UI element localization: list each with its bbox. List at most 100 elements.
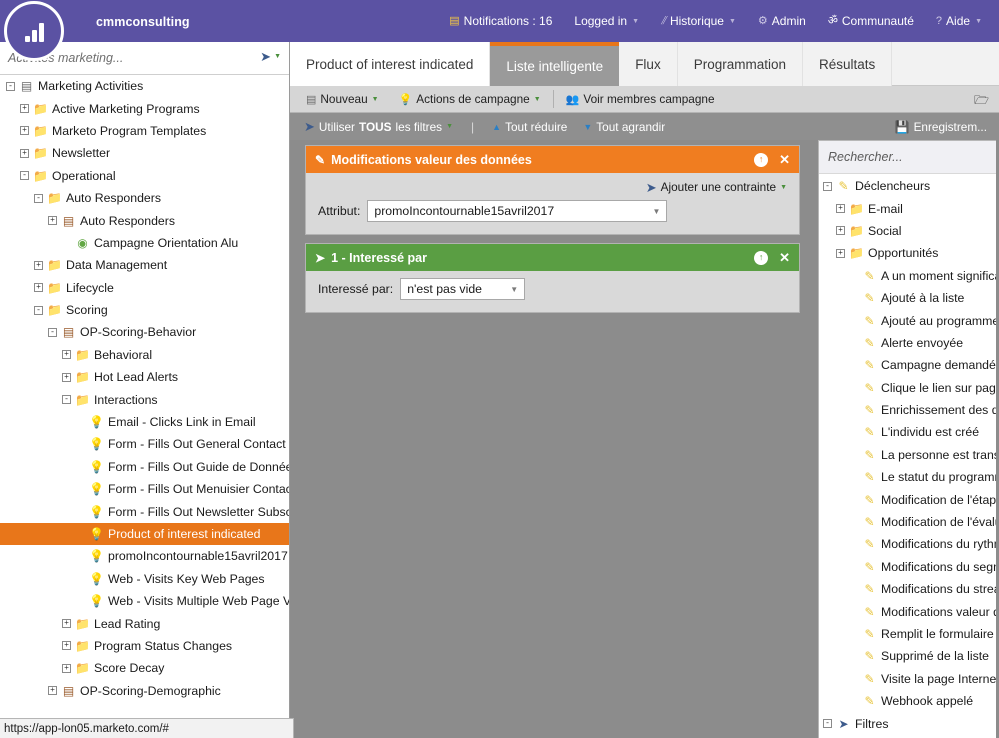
chevron-down-icon[interactable]: ▼ [632, 18, 639, 25]
chevron-down-icon[interactable]: ▼ [652, 207, 660, 216]
tree-expander[interactable]: - [20, 171, 29, 181]
tree-expander[interactable]: - [34, 305, 43, 315]
sidebar-filter-tools[interactable]: ➤ ▼ [260, 50, 281, 63]
collapse-all-button[interactable]: ▲ Tout réduire [484, 120, 575, 134]
expand-all-button[interactable]: ▼ Tout agrandir [575, 120, 673, 134]
trigger-item-ajout-la-liste[interactable]: ✎ Ajouté à la liste [819, 287, 999, 309]
chevron-down-icon[interactable]: ▼ [729, 18, 736, 25]
tree-expander[interactable]: + [62, 641, 71, 651]
tree-expander[interactable]: + [20, 148, 29, 158]
tree-item-email-clicks-link-in-email[interactable]: 💡 Email - Clicks Link in Email [0, 411, 289, 433]
tree-item-auto-responders[interactable]: + ▤ Auto Responders [0, 209, 289, 231]
tree-item-form-fills-out-newsletter-subscribe[interactable]: 💡 Form - Fills Out Newsletter Subscribe [0, 500, 289, 522]
trigger-item-webhook-appel[interactable]: ✎ Webhook appelé [819, 690, 999, 712]
trigger-item-filtres[interactable]: - ➤ Filtres [819, 712, 999, 734]
trigger-item-modification-de-l-valuation[interactable]: ✎ Modification de l'évaluation [819, 511, 999, 533]
tree-item-data-management[interactable]: + 📁 Data Management [0, 254, 289, 276]
tree-item-promoincontournable15avril2017[interactable]: 💡 promoIncontournable15avril2017 [0, 545, 289, 567]
close-icon[interactable]: ✕ [779, 153, 790, 166]
trigger-item-alerte-envoy-e[interactable]: ✎ Alerte envoyée [819, 332, 999, 354]
tab-programmation[interactable]: Programmation [677, 42, 803, 86]
tree-expander[interactable]: + [20, 126, 29, 136]
tree-expander[interactable]: + [20, 104, 29, 114]
trigger-item-modifications-valeur-des-donn[interactable]: ✎ Modifications valeur des donn [819, 600, 999, 622]
tree-expander[interactable]: + [62, 619, 71, 629]
tree-expander[interactable]: + [62, 350, 71, 360]
tree-item-newsletter[interactable]: + 📁 Newsletter [0, 142, 289, 164]
tree-item-marketing-activities[interactable]: - ▤ Marketing Activities [0, 75, 289, 97]
topnav-item-logged-in[interactable]: Logged in ▼ [563, 0, 650, 42]
trigger-item-social[interactable]: + 📁 Social [819, 220, 999, 242]
tree-item-web-visits-key-web-pages[interactable]: 💡 Web - Visits Key Web Pages [0, 568, 289, 590]
chevron-down-icon[interactable]: ▼ [446, 123, 453, 130]
tree-expander[interactable]: + [62, 372, 71, 382]
trigger-item-a-un-moment-significatif[interactable]: ✎ A un moment significatif [819, 265, 999, 287]
trigger-item-supprim-de-la-liste[interactable]: ✎ Supprimé de la liste [819, 645, 999, 667]
rule-field-combo[interactable]: promoIncontournable15avril2017 ▼ [367, 200, 668, 222]
chevron-down-icon[interactable]: ▼ [372, 96, 379, 103]
topnav-item-admin[interactable]: ⚙ Admin [747, 0, 817, 42]
tree-item-auto-responders[interactable]: - 📁 Auto Responders [0, 187, 289, 209]
chevron-down-icon[interactable]: ▼ [534, 96, 541, 103]
trigger-item-visite-la-page-internet[interactable]: ✎ Visite la page Internet [819, 668, 999, 690]
tree-item-lead-rating[interactable]: + 📁 Lead Rating [0, 612, 289, 634]
tree-expander[interactable]: + [48, 686, 57, 696]
trigger-item-remplit-le-formulaire[interactable]: ✎ Remplit le formulaire [819, 623, 999, 645]
tree-expander[interactable]: + [34, 260, 43, 270]
trigger-item-modification-de-l-tape-dans-le[interactable]: ✎ Modification de l'étape dans le [819, 488, 999, 510]
right-panel-search-row[interactable]: Rechercher... [819, 141, 999, 174]
trigger-item-ajout-au-programme-d-engag[interactable]: ✎ Ajouté au programme d'engag [819, 309, 999, 331]
trigger-item-modifications-du-segment[interactable]: ✎ Modifications du segment [819, 556, 999, 578]
trigger-item-opportunit-s[interactable]: + 📁 Opportunités [819, 242, 999, 264]
tree-item-form-fills-out-menuisier-contact-form[interactable]: 💡 Form - Fills Out Menuisier Contact Form [0, 478, 289, 500]
trigger-item-clique-le-lien-sur-page-web[interactable]: ✎ Clique le lien sur page Web [819, 377, 999, 399]
trigger-item-le-statut-du-programme-est-m[interactable]: ✎ Le statut du programme est m [819, 466, 999, 488]
trigger-item-modifications-du-stream-du-pr[interactable]: ✎ Modifications du stream du pr [819, 578, 999, 600]
marketo-logo[interactable] [4, 1, 64, 61]
tree-item-program-status-changes[interactable]: + 📁 Program Status Changes [0, 635, 289, 657]
tree-item-op-scoring-behavior[interactable]: - ▤ OP-Scoring-Behavior [0, 321, 289, 343]
tree-expander[interactable]: + [836, 226, 845, 236]
tree-item-web-visits-multiple-web-page-visits-in-1-d[interactable]: 💡 Web - Visits Multiple Web Page Visits i… [0, 590, 289, 612]
use-all-filters-button[interactable]: ➤ Utiliser TOUS les filtres ▼ [296, 120, 461, 134]
close-icon[interactable]: ✕ [779, 251, 790, 264]
rule-field-combo[interactable]: n'est pas vide ▼ [400, 278, 526, 300]
info-icon[interactable]: ↑ [754, 250, 769, 265]
tree-expander[interactable]: - [62, 395, 71, 405]
tree-item-operational[interactable]: - 📁 Operational [0, 165, 289, 187]
trigger-item-l-individu-est-cr[interactable]: ✎ L'individu est créé [819, 421, 999, 443]
chevron-down-icon[interactable]: ▼ [975, 18, 982, 25]
tree-item-product-of-interest-indicated[interactable]: 💡 Product of interest indicated [0, 522, 289, 546]
window-icon[interactable]: 🗁 [974, 91, 989, 112]
tree-item-form-fills-out-guide-de-donn-e[interactable]: 💡 Form - Fills Out Guide de Donnée [0, 456, 289, 478]
topnav-item-historique[interactable]: ⫽ Historique ▼ [650, 0, 747, 42]
toolbar-voir-membres-campagne-button[interactable]: 👥 Voir membres campagne [556, 86, 725, 113]
trigger-item-e-mail[interactable]: + 📁 E-mail [819, 197, 999, 219]
topnav-item-aide[interactable]: ? Aide ▼ [925, 0, 993, 42]
tree-item-interactions[interactable]: - 📁 Interactions [0, 388, 289, 410]
flag-filter-icon[interactable]: ➤ [260, 50, 271, 63]
chevron-down-icon[interactable]: ▼ [274, 53, 281, 60]
tab-product-of-interest-indicated[interactable]: Product of interest indicated [290, 42, 491, 86]
tree-expander[interactable]: - [823, 181, 832, 191]
info-icon[interactable]: ↑ [754, 152, 769, 167]
topnav-item-notifications-16[interactable]: ▤ Notifications : 16 [438, 0, 563, 42]
save-button[interactable]: 💾 Enregistrem... [895, 120, 987, 134]
tree-expander[interactable]: + [48, 216, 57, 226]
tree-expander[interactable]: + [836, 248, 845, 258]
tree-expander[interactable]: - [6, 81, 15, 91]
tree-item-hot-lead-alerts[interactable]: + 📁 Hot Lead Alerts [0, 366, 289, 388]
trigger-item-d-clencheurs[interactable]: - ✎ Déclencheurs [819, 175, 999, 197]
tree-item-campagne-orientation-alu[interactable]: ◉ Campagne Orientation Alu [0, 232, 289, 254]
tree-expander[interactable]: + [34, 283, 43, 293]
tab-flux[interactable]: Flux [619, 42, 678, 86]
tab-r-sultats[interactable]: Résultats [803, 42, 893, 86]
tree-item-marketo-program-templates[interactable]: + 📁 Marketo Program Templates [0, 120, 289, 142]
tree-item-op-scoring-demographic[interactable]: + ▤ OP-Scoring-Demographic [0, 680, 289, 702]
tree-expander[interactable]: - [34, 193, 43, 203]
tree-expander[interactable]: + [62, 663, 71, 673]
trigger-item-modifications-du-rythme-du-pr[interactable]: ✎ Modifications du rythme du pr [819, 533, 999, 555]
chevron-down-icon[interactable]: ▼ [780, 184, 787, 191]
tree-expander[interactable]: - [823, 719, 832, 729]
tree-item-form-fills-out-general-contact-form[interactable]: 💡 Form - Fills Out General Contact Form [0, 433, 289, 455]
